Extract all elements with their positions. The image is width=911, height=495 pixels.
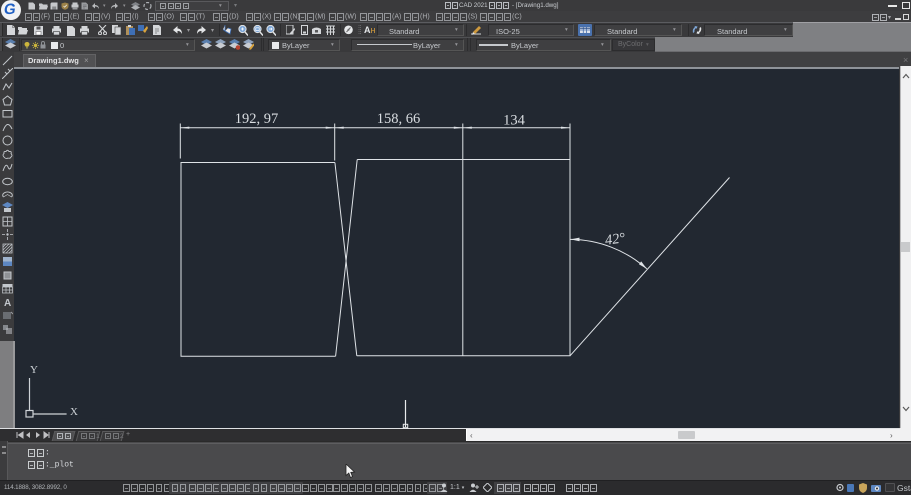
svg-text:134: 134 [503,113,526,129]
svg-text:X: X [70,406,78,418]
svg-text:Y: Y [30,364,38,376]
svg-text:158, 66: 158, 66 [377,111,421,127]
svg-text:192, 97: 192, 97 [235,111,279,127]
svg-text:42°: 42° [604,230,627,249]
